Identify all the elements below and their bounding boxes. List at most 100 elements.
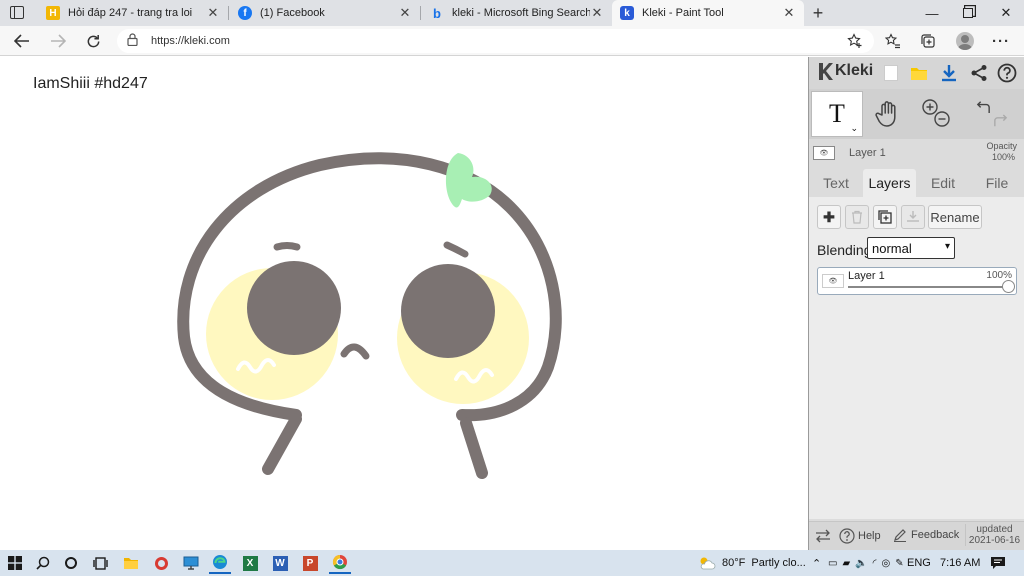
rename-layer-button[interactable]: Rename <box>928 205 982 229</box>
edge-button[interactable] <box>209 552 231 574</box>
swap-side-button[interactable] <box>815 529 831 546</box>
restore-button[interactable] <box>950 0 986 26</box>
weather-widget[interactable]: 80°F Partly clo... <box>698 550 806 576</box>
layer-name: Layer 1 <box>848 270 885 282</box>
volume-icon[interactable]: 🔈 <box>855 558 867 569</box>
wifi-icon[interactable]: ◜ <box>873 558 877 569</box>
delete-layer-button[interactable] <box>845 205 869 229</box>
excel-button[interactable]: X <box>239 552 261 574</box>
tab-kleki[interactable]: k Kleki - Paint Tool ✕ <box>612 0 804 26</box>
kleki-logo-icon <box>819 63 833 80</box>
opacity-slider-handle[interactable] <box>1002 280 1015 293</box>
tab-file[interactable]: File <box>971 169 1023 197</box>
profile-button[interactable] <box>953 29 977 53</box>
add-layer-button[interactable]: ✚ <box>817 205 841 229</box>
restore-icon <box>963 8 973 18</box>
close-tab-icon[interactable]: ✕ <box>782 5 796 21</box>
save-image-button[interactable] <box>937 61 961 85</box>
text-tool-button[interactable]: T ⌄ <box>811 91 863 137</box>
start-button[interactable] <box>4 552 26 574</box>
plus-icon: ✚ <box>823 208 835 225</box>
chevron-down-icon[interactable]: ⌄ <box>850 123 858 134</box>
layer-opacity-slider[interactable] <box>848 286 1006 288</box>
layers-tab-content: ✚ Rename Blending normal ▾ 👁 Layer 1 100… <box>809 197 1024 519</box>
browser-toolbar: https://kleki.com ··· <box>0 26 1024 56</box>
new-image-button[interactable] <box>879 61 903 85</box>
new-tab-button[interactable]: + <box>808 1 828 25</box>
close-window-button[interactable]: ✕ <box>988 0 1024 26</box>
collections-button[interactable] <box>916 29 940 53</box>
kleki-footer: Help Feedback updated 2021-06-16 <box>809 521 1024 550</box>
open-image-button[interactable] <box>907 61 931 85</box>
browser-tab-strip: H Hỏi đáp 247 - trang tra loi ✕ f (1) Fa… <box>0 0 1024 26</box>
url-text: https://kleki.com <box>151 35 230 47</box>
language-indicator[interactable]: ENG <box>907 550 931 576</box>
action-center-button[interactable] <box>990 550 1006 576</box>
right-eye <box>401 264 495 358</box>
task-view-button[interactable] <box>89 552 111 574</box>
pen-icon[interactable]: ✎ <box>895 558 903 569</box>
close-tab-icon[interactable]: ✕ <box>206 5 220 21</box>
zoom-buttons[interactable] <box>919 97 953 131</box>
collections-icon <box>921 34 935 48</box>
close-tab-icon[interactable]: ✕ <box>590 5 604 21</box>
favorites-add-button[interactable] <box>843 29 867 53</box>
tab-edit[interactable]: Edit <box>919 169 967 197</box>
address-bar[interactable]: https://kleki.com <box>117 29 874 53</box>
layer-thumbnail: 👁 <box>813 146 835 160</box>
file-explorer-button[interactable] <box>120 552 142 574</box>
help-button[interactable] <box>995 61 1019 85</box>
tab-divider <box>420 6 421 20</box>
hand-tool-button[interactable] <box>871 97 905 131</box>
help-circle-icon <box>839 528 855 544</box>
forward-button[interactable] <box>46 29 70 53</box>
kleki-logo[interactable]: Kleki <box>815 61 873 81</box>
duplicate-layer-button[interactable] <box>873 205 897 229</box>
update-info[interactable]: updated 2021-06-16 <box>965 524 1023 546</box>
close-tab-icon[interactable]: ✕ <box>398 5 412 21</box>
word-button[interactable]: W <box>269 552 291 574</box>
cortana-button[interactable] <box>60 552 82 574</box>
kleki-header: Kleki <box>809 57 1024 89</box>
favorites-button[interactable] <box>881 29 905 53</box>
tab-hoidap[interactable]: H Hỏi đáp 247 - trang tra loi ✕ <box>38 0 228 26</box>
layer-list-item[interactable]: 👁 Layer 1 100% <box>817 267 1017 295</box>
tab-bing[interactable]: b kleki - Microsoft Bing Search ✕ <box>422 0 612 26</box>
feedback-button[interactable]: Feedback <box>893 528 959 542</box>
minimize-button[interactable]: — <box>914 0 950 26</box>
bing-favicon-icon: b <box>433 5 441 21</box>
powerpoint-icon: P <box>302 555 318 571</box>
network-icon[interactable]: ◎ <box>881 558 890 569</box>
search-button[interactable] <box>32 552 54 574</box>
monitor-app-button[interactable] <box>180 552 202 574</box>
hand-icon <box>875 101 896 127</box>
drawing-canvas[interactable]: IamShiii #hd247 <box>0 57 808 550</box>
share-button[interactable] <box>967 61 991 85</box>
eye-icon: 👁 <box>819 150 829 157</box>
tab-layers[interactable]: Layers <box>863 169 916 197</box>
refresh-button[interactable] <box>81 29 105 53</box>
blending-select[interactable]: normal ▾ <box>867 237 955 259</box>
merge-layer-button[interactable] <box>901 205 925 229</box>
merge-down-icon <box>907 211 919 222</box>
help-footer-button[interactable]: Help <box>839 528 881 544</box>
trash-icon <box>852 210 862 224</box>
folder-icon <box>911 68 927 80</box>
app-red-button[interactable] <box>150 552 172 574</box>
clock[interactable]: 7:16 AM <box>940 550 980 576</box>
show-hidden-icons-button[interactable]: ⌃ <box>812 550 821 576</box>
tab-actions-icon[interactable] <box>10 6 24 19</box>
tab-text[interactable]: Text <box>811 169 861 197</box>
undo-redo-buttons[interactable] <box>975 97 1009 131</box>
battery-icon[interactable]: ▭ <box>828 558 837 569</box>
tab-facebook[interactable]: f (1) Facebook ✕ <box>230 0 420 26</box>
folder-tray-icon[interactable]: ▰ <box>842 558 850 569</box>
settings-menu-button[interactable]: ··· <box>989 29 1013 53</box>
chrome-button[interactable] <box>329 552 351 574</box>
red-circle-app-icon <box>154 556 168 570</box>
hoidap-favicon-icon: H <box>46 6 60 20</box>
back-button[interactable] <box>10 29 34 53</box>
current-layer-info: 👁 Layer 1 Opacity 100% <box>809 141 1024 167</box>
powerpoint-button[interactable]: P <box>299 552 321 574</box>
feedback-label: Feedback <box>911 529 960 541</box>
